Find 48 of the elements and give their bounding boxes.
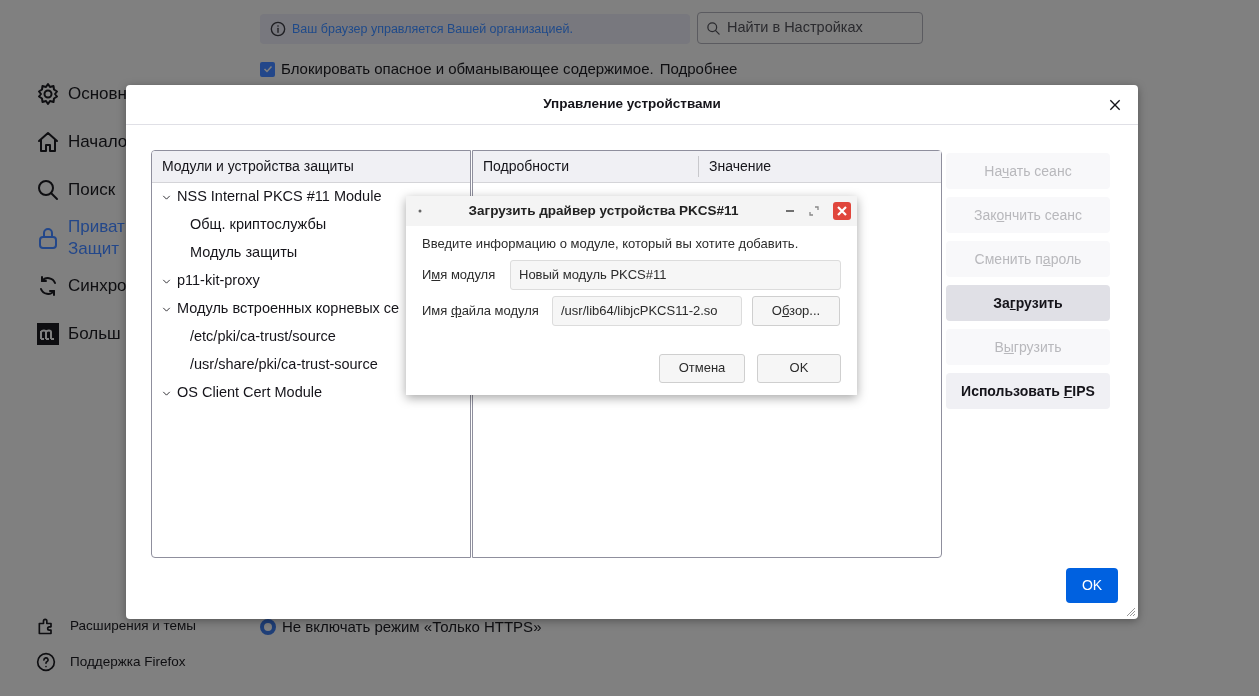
radio-label: Не включать режим «Только HTTPS» bbox=[282, 617, 542, 637]
lock-icon bbox=[36, 226, 60, 250]
search-icon bbox=[706, 20, 721, 36]
input-field[interactable]: Новый модуль PKCS#11 bbox=[510, 259, 841, 290]
gear-icon bbox=[36, 82, 60, 106]
browse-button[interactable]: Обзор... bbox=[752, 295, 840, 326]
search-icon bbox=[36, 178, 60, 202]
sidebar-item[interactable]: Начало bbox=[36, 120, 128, 164]
tree-item[interactable]: /etc/pki/ca-trust/source bbox=[152, 323, 336, 351]
m-logo-icon bbox=[36, 322, 60, 346]
tree-item[interactable]: Модуль защиты bbox=[152, 239, 298, 267]
column-header[interactable]: Значение bbox=[698, 156, 923, 177]
input-field[interactable]: /usr/lib64/libjcPKCS11-2.so bbox=[552, 295, 742, 326]
tree-item[interactable]: Модуль встроенных корневых се bbox=[152, 295, 400, 323]
info-icon bbox=[270, 21, 286, 37]
tree-item[interactable]: p11-kit-proxy bbox=[152, 267, 260, 295]
search-field[interactable]: Найти в Настройках bbox=[697, 12, 923, 44]
tree-item[interactable]: OS Client Cert Module bbox=[152, 379, 323, 407]
column-header: Модули и устройства защиты bbox=[152, 151, 470, 183]
resize-grip-icon[interactable] bbox=[1126, 607, 1136, 617]
tree-item[interactable]: /usr/share/pki/ca-trust-source bbox=[152, 351, 378, 379]
field-label: Имя файла модуля bbox=[422, 301, 540, 320]
cancel-button[interactable]: Отмена bbox=[659, 353, 745, 383]
ok-button[interactable]: OK bbox=[1066, 568, 1118, 603]
column-header[interactable]: Подробности bbox=[473, 156, 698, 177]
sidebar-item[interactable]: Больш bbox=[36, 312, 121, 356]
action-button[interactable]: Загрузить bbox=[946, 285, 1110, 321]
checkbox[interactable] bbox=[260, 61, 275, 77]
sidebar-link[interactable]: Поддержка Firefox bbox=[36, 644, 197, 680]
dialog-title: Загрузить драйвер устройства PKCS#11 bbox=[467, 201, 740, 220]
sidebar-link[interactable]: Расширения и темы bbox=[36, 608, 197, 644]
window-menu-icon[interactable] bbox=[418, 209, 422, 213]
home-icon bbox=[36, 130, 60, 154]
sidebar-item[interactable]: Основн bbox=[36, 72, 127, 116]
dialog-title: Управление устройствами bbox=[543, 95, 721, 114]
tree-item[interactable]: NSS Internal PKCS #11 Module bbox=[152, 183, 382, 211]
instruction-text: Введите информацию о модуле, который вы хотите добавить. bbox=[422, 235, 800, 253]
field-label: Имя модуля bbox=[422, 265, 497, 284]
tree-item[interactable]: Общ. криптослужбы bbox=[152, 211, 327, 239]
sidebar-item[interactable]: Поиск bbox=[36, 168, 116, 212]
maximize-icon[interactable] bbox=[809, 206, 819, 216]
ok-button[interactable]: OK bbox=[757, 353, 841, 383]
learn-more-link[interactable]: Подробнее bbox=[659, 58, 738, 81]
radio-button[interactable] bbox=[260, 619, 276, 636]
help-icon bbox=[36, 652, 56, 672]
sidebar-item[interactable]: Синхро bbox=[36, 264, 127, 308]
action-button[interactable]: Использовать FIPS bbox=[946, 373, 1110, 409]
checkbox-label: Блокировать опасное и обманывающее содержимое. bbox=[281, 59, 654, 79]
